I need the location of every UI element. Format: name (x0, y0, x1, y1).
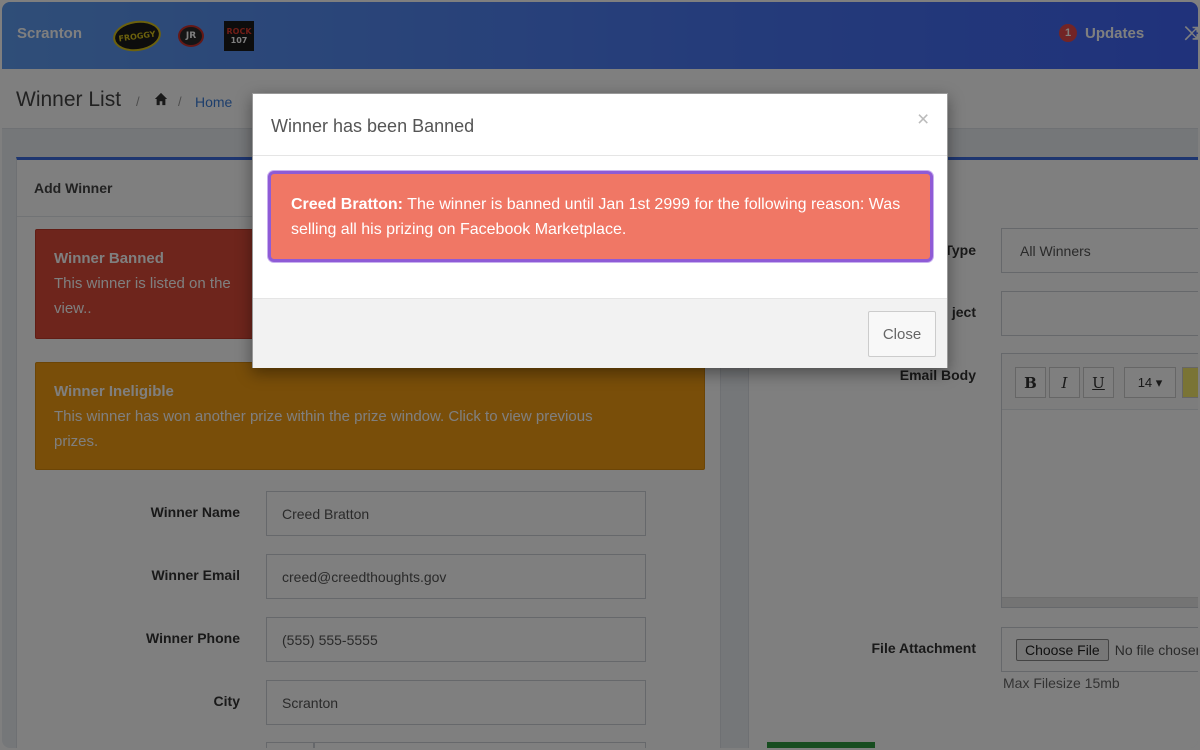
banned-winner-name: Creed Bratton: (291, 196, 404, 213)
modal-header: Winner has been Banned × (253, 94, 947, 156)
modal-title: Winner has been Banned (271, 116, 475, 136)
banned-message-alert: Creed Bratton: The winner is banned unti… (268, 171, 933, 262)
modal-footer: Close (253, 298, 947, 368)
banned-modal: Winner has been Banned × Creed Bratton: … (252, 93, 948, 368)
close-icon[interactable]: × (917, 108, 929, 132)
close-button[interactable]: Close (868, 311, 936, 357)
